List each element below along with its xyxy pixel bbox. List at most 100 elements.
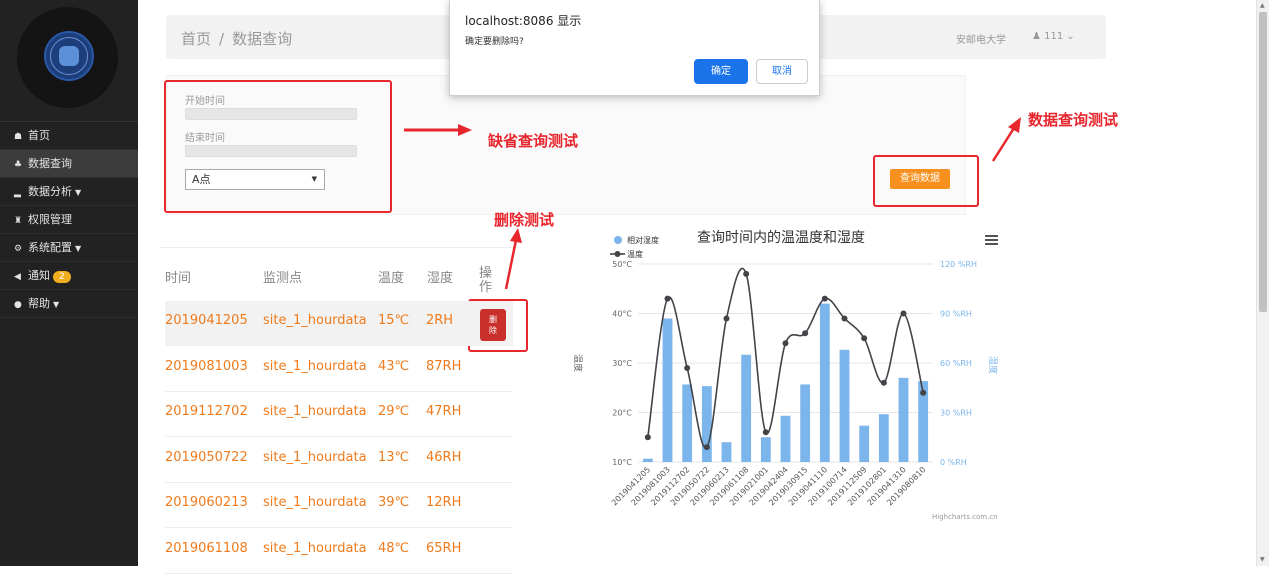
- humidity-bar: [839, 349, 850, 462]
- legend-marker-humidity: [614, 236, 622, 244]
- temperature-point: [880, 379, 887, 386]
- annotation-delete: 删除测试: [494, 211, 555, 229]
- humidity-bar: [898, 377, 909, 462]
- table-row: 2019050722 site_1_hourdata 13℃ 46RH: [165, 438, 513, 483]
- cell-humidity: 47RH: [426, 404, 462, 419]
- left-axis-tick-label: 10°C: [612, 458, 632, 467]
- dialog-title: localhost:8086 显示: [465, 14, 582, 28]
- column-header-action: 操作: [479, 266, 493, 295]
- annotation-arrow-query: [991, 117, 1021, 162]
- chart-menu-icon: [985, 243, 998, 245]
- temperature-point: [723, 315, 730, 322]
- cell-site: site_1_hourdata: [263, 313, 367, 328]
- delete-button-char: 删: [489, 315, 497, 324]
- table-row: 2019060213 site_1_hourdata 39℃ 12RH: [165, 483, 513, 528]
- legend-label-humidity: 相对湿度: [627, 235, 659, 245]
- humidity-bar: [642, 458, 653, 462]
- cell-time: 2019061108: [165, 540, 248, 556]
- right-axis-tick-label: 0 %RH: [940, 458, 967, 467]
- temperature-point: [900, 310, 907, 317]
- cell-time: 2019112702: [165, 404, 248, 419]
- temperature-point: [802, 330, 809, 337]
- left-axis-title: 温度: [572, 354, 584, 372]
- right-axis-tick-label: 60 %RH: [940, 359, 972, 368]
- cell-site: site_1_hourdata: [263, 449, 367, 465]
- chart-title: 查询时间内的温温度和湿度: [697, 230, 865, 246]
- cell-temperature: 13℃: [378, 449, 410, 465]
- left-axis-tick-label: 50°C: [612, 260, 632, 269]
- cell-time: 2019060213: [165, 495, 248, 510]
- right-axis-tick-label: 30 %RH: [940, 409, 972, 418]
- humidity-bar: [800, 384, 811, 462]
- cell-temperature: 39℃: [378, 495, 410, 510]
- scroll-thumb[interactable]: [1259, 12, 1267, 312]
- cell-time: 2019041205: [165, 313, 248, 328]
- cell-site: site_1_hourdata: [263, 540, 367, 556]
- delete-button[interactable]: 删除: [480, 309, 506, 341]
- column-header-humidity: 湿度: [427, 271, 454, 286]
- temperature-point: [743, 270, 750, 277]
- dialog-cancel-button[interactable]: 取消: [756, 59, 808, 84]
- annotation-data-query: 数据查询测试: [1028, 111, 1119, 129]
- temperature-point: [684, 364, 691, 371]
- scroll-up-icon[interactable]: ▲: [1260, 2, 1265, 9]
- chart-menu-icon: [985, 235, 998, 237]
- column-header-time: 时间: [165, 271, 192, 286]
- temperature-point: [644, 434, 651, 441]
- temperature-point: [762, 429, 769, 436]
- cell-site: site_1_hourdata: [263, 404, 367, 419]
- humidity-bar: [701, 386, 712, 462]
- page-scrollbar[interactable]: ▲ ▼: [1256, 0, 1269, 566]
- left-axis-tick-label: 30°C: [612, 359, 632, 368]
- delete-button-char: 除: [489, 326, 497, 335]
- humidity-bar: [741, 354, 752, 462]
- legend-label-temperature: 温度: [627, 249, 643, 259]
- right-axis-title: 湿度: [987, 356, 999, 374]
- humidity-bar: [819, 303, 830, 462]
- column-header-site: 监测点: [263, 271, 303, 286]
- humidity-bar: [760, 437, 771, 462]
- temperature-point: [920, 389, 927, 396]
- cell-time: 2019050722: [165, 449, 248, 465]
- table-row: 2019041205 site_1_hourdata 15℃ 2RH 删除: [165, 301, 513, 346]
- cell-temperature: 48℃: [378, 540, 410, 556]
- cell-site: site_1_hourdata: [263, 358, 367, 374]
- humidity-bar: [662, 318, 673, 462]
- dialog-ok-button[interactable]: 确定: [694, 59, 748, 84]
- humidity-bar: [878, 414, 889, 462]
- cell-temperature: 29℃: [378, 404, 410, 419]
- annotation-arrow-delete: [504, 228, 522, 290]
- scroll-down-icon[interactable]: ▼: [1260, 556, 1265, 563]
- humidity-bar: [682, 384, 693, 462]
- annotation-arrow-default: [404, 124, 472, 136]
- temperature-point: [821, 295, 828, 302]
- left-axis-tick-label: 20°C: [612, 409, 632, 418]
- cell-humidity: 65RH: [426, 540, 462, 556]
- cell-humidity: 46RH: [426, 449, 462, 465]
- temperature-point: [703, 444, 710, 451]
- chart-credit[interactable]: Highcharts.com.cn: [932, 513, 998, 521]
- cell-humidity: 87RH: [426, 358, 462, 374]
- cell-temperature: 15℃: [378, 313, 410, 328]
- cell-humidity: 12RH: [426, 495, 462, 510]
- temperature-point: [841, 315, 848, 322]
- cell-site: site_1_hourdata: [263, 495, 367, 510]
- temperature-humidity-chart: 10°C 20°C 30°C 40°C 50°C 0 %RH 30 %RH 60 %RH 90 …: [565, 222, 1005, 522]
- humidity-bar: [780, 415, 791, 462]
- table-row: 2019081003 site_1_hourdata 43℃ 87RH: [165, 347, 513, 392]
- table-row: 2019112702 site_1_hourdata 29℃ 47RH: [165, 392, 513, 437]
- chart-menu-icon: [985, 239, 998, 241]
- column-header-temperature: 温度: [378, 271, 405, 286]
- legend-marker-temperature: [614, 251, 621, 257]
- table-row: 2019061108 site_1_hourdata 48℃ 65RH: [165, 529, 513, 574]
- right-axis-tick-label: 120 %RH: [940, 260, 977, 269]
- confirm-dialog: localhost:8086 显示 确定要删除吗? 确定 取消: [449, 0, 820, 96]
- dialog-message: 确定要删除吗?: [465, 37, 524, 47]
- right-axis-tick-label: 90 %RH: [940, 310, 972, 319]
- table-top-divider: [160, 247, 513, 248]
- annotation-default-query: 缺省查询测试: [488, 132, 579, 150]
- temperature-point: [782, 340, 789, 347]
- temperature-point: [861, 335, 868, 342]
- humidity-bar: [859, 425, 870, 462]
- temperature-point: [664, 295, 671, 302]
